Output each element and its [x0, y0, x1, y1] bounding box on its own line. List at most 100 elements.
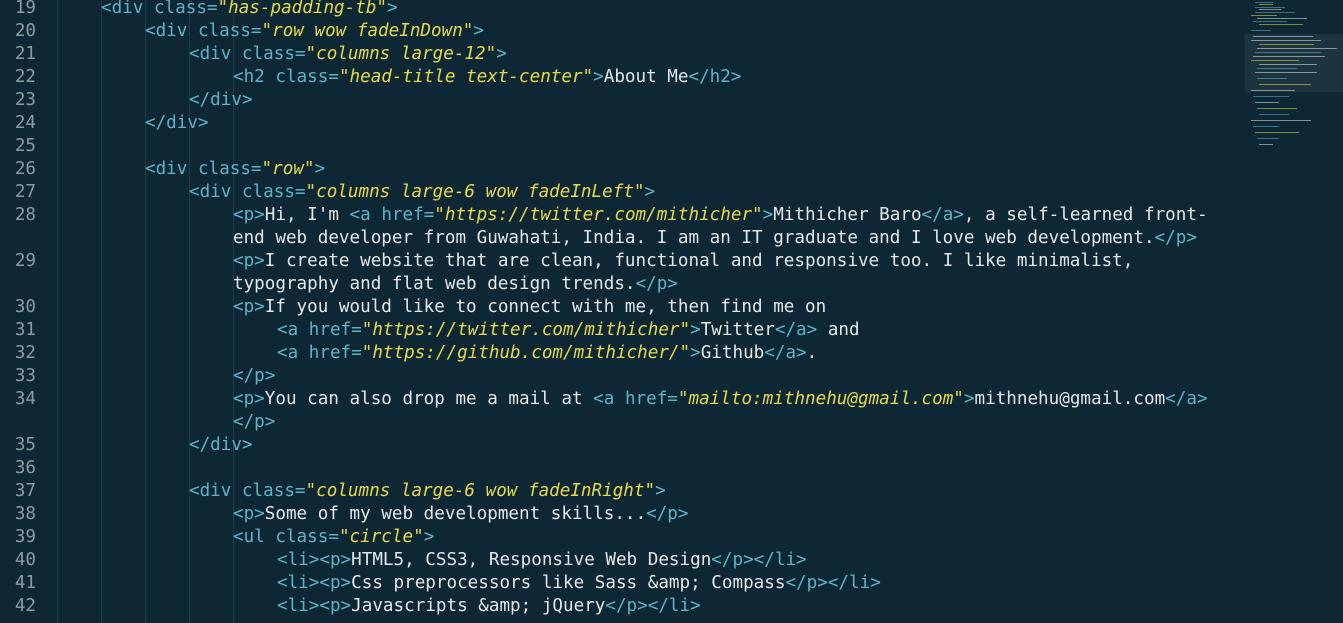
code-token: </p>	[635, 274, 678, 294]
code-line[interactable]: 19 <div class="has-padding-tb">	[0, 0, 1245, 20]
code-token: <div	[189, 44, 242, 64]
code-line[interactable]: 40 <li><p>HTML5, CSS3, Responsive Web Des…	[0, 549, 1245, 572]
code-token: </p></li>	[711, 550, 807, 570]
code-line[interactable]: 29 <p>I create website that are clean, fu…	[0, 250, 1245, 273]
code-line[interactable]: 27 <div class="columns large-6 wow fadeIn…	[0, 181, 1245, 204]
code-token: <div	[145, 159, 198, 179]
code-token: </p></li>	[785, 573, 881, 593]
code-line[interactable]: 37 <div class="columns large-6 wow fadeIn…	[0, 480, 1245, 503]
code-line[interactable]: 33 </p>	[0, 365, 1245, 388]
code-text: </div>	[189, 434, 253, 457]
minimap[interactable]	[1245, 0, 1343, 623]
code-line[interactable]: 24 </div>	[0, 112, 1245, 135]
line-number: 38	[14, 504, 36, 524]
code-line[interactable]: 34 <p>You can also drop me a mail at <a h…	[0, 388, 1245, 411]
code-text: end web developer from Guwahati, India. …	[233, 227, 1197, 250]
code-token: href=	[381, 205, 435, 225]
code-line[interactable]: 26 <div class="row">	[0, 158, 1245, 181]
code-token: >	[963, 389, 975, 409]
minimap-line	[1255, 52, 1321, 53]
code-token: </h2>	[688, 67, 742, 87]
code-token: About Me	[603, 67, 689, 87]
minimap-line	[1257, 78, 1287, 79]
code-line[interactable]: 28 <p>Hi, I'm <a href="https://twitter.co…	[0, 204, 1245, 227]
code-line[interactable]: 35 </div>	[0, 434, 1245, 457]
code-line[interactable]: 42 <li><p>Javascripts &amp; jQuery</p></l…	[0, 595, 1245, 618]
code-line[interactable]: end web developer from Guwahati, India. …	[0, 227, 1245, 250]
minimap-line	[1255, 72, 1317, 73]
code-token: class=	[197, 21, 262, 41]
line-number: 27	[14, 182, 36, 202]
code-line[interactable]: 30 <p>If you would like to connect with m…	[0, 296, 1245, 319]
code-token: href=	[308, 343, 362, 363]
code-token: <a	[277, 343, 309, 363]
minimap-line	[1253, 126, 1279, 127]
code-text: <li><p>Javascripts &amp; jQuery</p></li>	[277, 595, 701, 618]
code-text: </div>	[145, 112, 209, 135]
code-text: <h2 class="head-title text-center">About…	[233, 66, 741, 89]
minimap-line	[1257, 138, 1279, 139]
code-text: <li><p>HTML5, CSS3, Responsive Web Desig…	[277, 549, 807, 572]
code-text: <div class="row wow fadeInDown">	[145, 20, 484, 43]
code-line[interactable]: 38 <p>Some of my web development skills..…	[0, 503, 1245, 526]
code-token: </a>	[1165, 389, 1208, 409]
code-text: <div class="columns large-6 wow fadeInLe…	[189, 181, 655, 204]
code-line[interactable]: typography and flat web design trends.</…	[0, 273, 1245, 296]
code-token: <p>	[233, 297, 265, 317]
code-line[interactable]: 25	[0, 135, 1245, 158]
code-token: "columns large-6 wow fadeInLeft"	[305, 182, 645, 202]
code-editor[interactable]: 19 <div class="has-padding-tb"> 20 <div cla…	[0, 0, 1343, 623]
code-area[interactable]: 19 <div class="has-padding-tb"> 20 <div cla…	[0, 0, 1245, 623]
code-token: >	[496, 44, 507, 64]
code-line[interactable]: 22 <h2 class="head-title text-center">Abo…	[0, 66, 1245, 89]
code-token: <a	[349, 205, 382, 225]
code-token: </p>	[1154, 228, 1197, 248]
code-token: typography and flat web design trends.	[233, 274, 636, 294]
code-token: class=	[241, 44, 306, 64]
minimap-line	[1253, 56, 1325, 57]
code-token: </div>	[189, 435, 253, 455]
code-token: "mailto:mithnehu@gmail.com"	[677, 389, 964, 409]
code-line[interactable]: 32 <a href="https://github.com/mithicher/…	[0, 342, 1245, 365]
code-token: </a>	[921, 205, 964, 225]
code-text: <li><p>Css preprocessors like Sass &amp;…	[277, 572, 881, 595]
line-number: 19	[14, 0, 36, 18]
code-text: <div class="columns large-12">	[189, 43, 507, 66]
line-number: 34	[14, 389, 36, 409]
code-line[interactable]: 39 <ul class="circle">	[0, 526, 1245, 549]
code-line[interactable]: 21 <div class="columns large-12">	[0, 43, 1245, 66]
code-token: >	[387, 0, 398, 18]
code-token: "https://twitter.com/mithicher"	[434, 205, 763, 225]
line-number: 26	[14, 159, 36, 179]
code-token: </a>	[774, 320, 818, 340]
code-token: href=	[308, 320, 362, 340]
minimap-line	[1257, 48, 1337, 49]
code-token: Hi, I'm	[264, 205, 350, 225]
code-token: class=	[153, 0, 218, 18]
code-token: If you would like to connect with me, th…	[264, 297, 827, 317]
line-number: 31	[14, 320, 36, 340]
code-line[interactable]: 23 </div>	[0, 89, 1245, 112]
code-text: <a href="https://twitter.com/mithicher">…	[277, 319, 860, 342]
minimap-line	[1251, 60, 1299, 61]
code-token: end web developer from Guwahati, India. …	[233, 228, 1155, 248]
code-line[interactable]: </p>	[0, 411, 1245, 434]
code-token: </p>	[233, 412, 276, 432]
code-token: </p>	[646, 504, 689, 524]
minimap-line	[1259, 24, 1303, 25]
code-text: <div class="row">	[145, 158, 325, 181]
code-token: <h2	[233, 67, 276, 87]
code-token: <div	[189, 182, 242, 202]
minimap-line	[1259, 144, 1273, 145]
line-number: 32	[14, 343, 36, 363]
code-line[interactable]: 41 <li><p>Css preprocessors like Sass &am…	[0, 572, 1245, 595]
code-token: <p>	[233, 504, 265, 524]
line-number: 33	[14, 366, 36, 386]
code-token: </p></li>	[605, 596, 701, 616]
code-line[interactable]: 36	[0, 457, 1245, 480]
line-number: 39	[14, 527, 36, 547]
code-line[interactable]: 31 <a href="https://twitter.com/mithicher…	[0, 319, 1245, 342]
code-line[interactable]: 20 <div class="row wow fadeInDown">	[0, 20, 1245, 43]
code-token: </div>	[189, 90, 253, 110]
minimap-line	[1253, 21, 1287, 22]
